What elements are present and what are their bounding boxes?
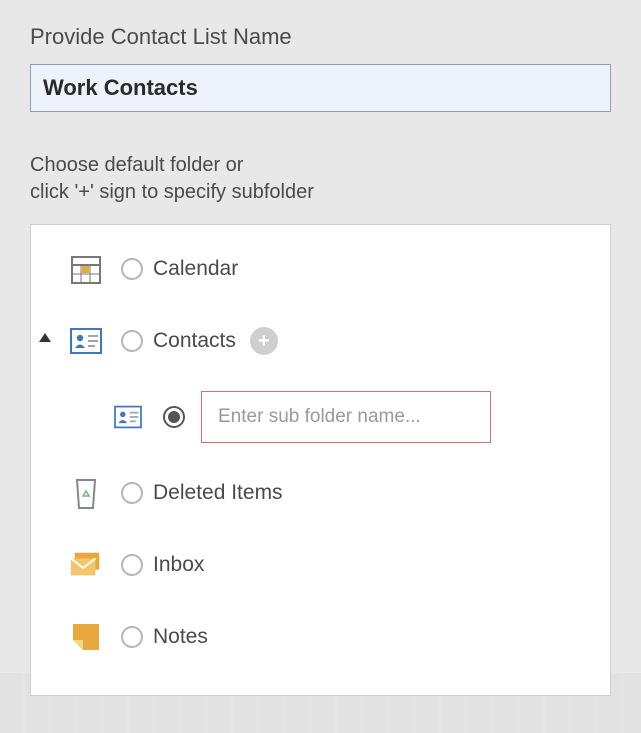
instruction-line-2: click '+' sign to specify subfolder xyxy=(30,181,314,203)
subfolder-radio[interactable] xyxy=(163,406,185,428)
folder-radio-deleted[interactable] xyxy=(121,482,143,504)
folder-radio-inbox[interactable] xyxy=(121,554,143,576)
folder-row-inbox: Inbox xyxy=(61,543,580,587)
add-subfolder-button[interactable]: + xyxy=(250,327,278,355)
folder-label-inbox: Inbox xyxy=(153,553,204,577)
inbox-icon xyxy=(69,548,103,582)
contacts-icon xyxy=(69,324,103,358)
trash-icon xyxy=(69,476,103,510)
subfolder-row xyxy=(103,391,580,443)
folder-row-contacts: Contacts + xyxy=(61,319,580,363)
folder-label-calendar: Calendar xyxy=(153,257,238,281)
folder-label-notes: Notes xyxy=(153,625,208,649)
folder-radio-calendar[interactable] xyxy=(121,258,143,280)
instruction-line-1: Choose default folder or xyxy=(30,154,243,176)
contact-list-name-input[interactable] xyxy=(30,64,611,112)
folder-radio-notes[interactable] xyxy=(121,626,143,648)
instruction-text: Choose default folder or click '+' sign … xyxy=(30,152,611,206)
chevron-down-icon[interactable] xyxy=(39,333,51,342)
folder-row-deleted: Deleted Items xyxy=(61,471,580,515)
folder-tree-panel: Calendar Contacts + xyxy=(30,224,611,696)
subfolder-name-input[interactable] xyxy=(201,391,491,443)
contacts-icon xyxy=(111,400,145,434)
calendar-icon xyxy=(69,252,103,286)
folder-row-notes: Notes xyxy=(61,615,580,659)
folder-label-contacts: Contacts xyxy=(153,329,236,353)
folder-radio-contacts[interactable] xyxy=(121,330,143,352)
notes-icon xyxy=(69,620,103,654)
page-title: Provide Contact List Name xyxy=(30,24,611,50)
folder-row-calendar: Calendar xyxy=(61,247,580,291)
plus-icon: + xyxy=(258,331,270,351)
folder-label-deleted: Deleted Items xyxy=(153,481,283,505)
